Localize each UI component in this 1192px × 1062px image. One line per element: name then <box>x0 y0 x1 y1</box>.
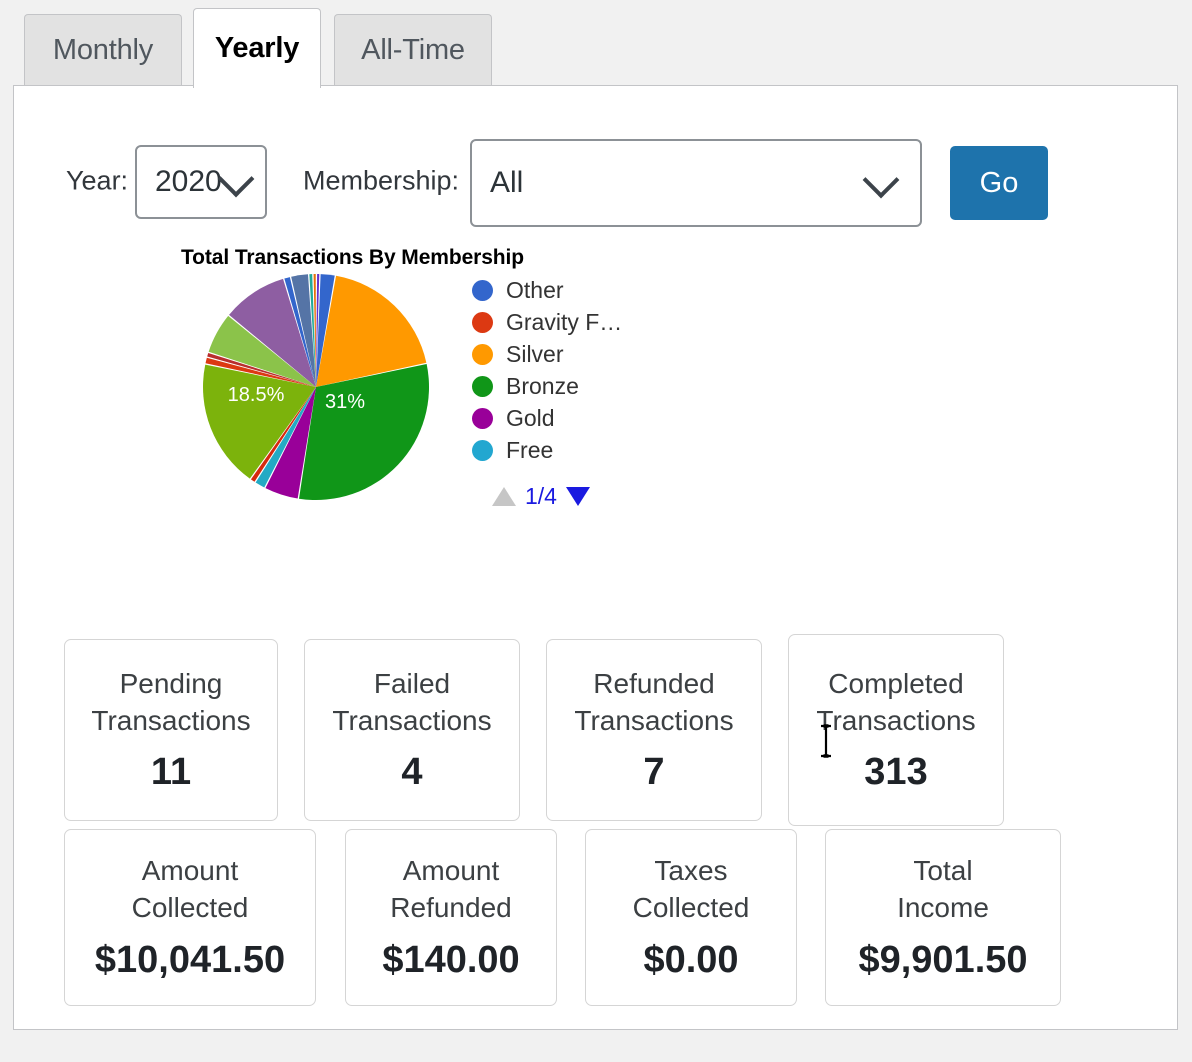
stat-card-label: Failed Transactions <box>332 667 492 736</box>
legend-color-swatch <box>472 311 493 333</box>
stat-card-value: 11 <box>150 751 192 794</box>
stat-card-label: Refunded Transactions <box>574 667 734 736</box>
legend-item[interactable]: Silver <box>472 338 672 370</box>
stat-card-failed-transactions[interactable]: Failed Transactions 4 <box>304 639 520 821</box>
filter-row: Year: 2020 Membership: All Go <box>14 131 1177 231</box>
pie-slice-label: 31% <box>325 391 365 413</box>
pager-up-arrow-icon[interactable] <box>492 487 516 506</box>
chart-title: Total Transactions By Membership <box>181 246 524 269</box>
legend-item[interactable]: Gold <box>472 402 672 434</box>
legend-color-swatch <box>472 439 493 461</box>
legend-item[interactable]: Other <box>472 274 672 306</box>
stat-card-pending-transactions[interactable]: Pending Transactions 11 <box>64 639 278 821</box>
pager-down-arrow-icon[interactable] <box>565 487 590 506</box>
legend-pager: 1/4 <box>492 483 672 510</box>
legend-item[interactable]: Free <box>472 434 672 466</box>
stat-card-amount-refunded[interactable]: Amount Refunded $140.00 <box>345 829 557 1006</box>
pie-chart[interactable]: 18.5% 31% <box>192 273 440 509</box>
stat-card-row-1: Pending Transactions 11 Failed Transaction… <box>14 634 1177 829</box>
tab-yearly-label: Yearly <box>214 32 300 64</box>
stat-card-value: $9,901.50 <box>858 938 1028 981</box>
legend-item-label: Bronze <box>506 372 579 399</box>
chart-block: Total Transactions By Membership 18.5% 31… <box>14 246 1177 546</box>
legend-item-label: Silver <box>506 340 564 367</box>
tab-bar: Monthly Yearly All-Time <box>0 0 1192 88</box>
stat-card-label: Total Income <box>897 855 989 923</box>
chevron-down-icon <box>862 161 900 199</box>
legend-item-label: Free <box>506 436 554 463</box>
legend-item[interactable]: Bronze <box>472 370 672 402</box>
tab-all-time[interactable]: All-Time <box>334 14 492 86</box>
report-panel: Year: 2020 Membership: All Go Total Tran… <box>13 85 1178 1030</box>
stat-card-value: 7 <box>643 751 665 794</box>
pie-slice-label: 18.5% <box>228 384 285 406</box>
pie-chart-svg: 18.5% 31% <box>203 274 430 501</box>
stat-cards: Pending Transactions 11 Failed Transaction… <box>14 634 1177 1019</box>
legend-item-label: Gravity F… <box>506 308 623 335</box>
stat-card-value: 313 <box>864 751 928 794</box>
year-select-value: 2020 <box>155 165 222 198</box>
legend-color-swatch <box>472 343 493 365</box>
tab-monthly[interactable]: Monthly <box>24 14 182 86</box>
stat-card-label: Taxes Collected <box>632 855 750 923</box>
pager-count: 1/4 <box>525 483 557 509</box>
go-button-label: Go <box>979 166 1019 199</box>
stat-card-refunded-transactions[interactable]: Refunded Transactions 7 <box>546 639 762 821</box>
legend-color-swatch <box>472 407 493 429</box>
stat-card-completed-transactions[interactable]: Completed Transactions 313 <box>788 634 1004 826</box>
tab-monthly-label: Monthly <box>52 34 154 66</box>
year-label: Year: <box>66 165 129 196</box>
membership-select-value: All <box>490 166 524 199</box>
stat-card-row-2: Amount Collected $10,041.50 Amount Refunde… <box>14 829 1177 1019</box>
stat-card-taxes-collected[interactable]: Taxes Collected $0.00 <box>585 829 797 1006</box>
stat-card-value: $0.00 <box>643 938 739 981</box>
stat-card-amount-collected[interactable]: Amount Collected $10,041.50 <box>64 829 316 1006</box>
stat-card-label: Completed Transactions <box>816 667 976 736</box>
stat-card-label: Amount Collected <box>131 855 249 923</box>
tab-yearly[interactable]: Yearly <box>193 8 321 88</box>
chevron-down-icon <box>217 160 255 198</box>
membership-select[interactable]: All <box>470 139 922 227</box>
stat-card-value: $10,041.50 <box>94 938 286 981</box>
go-button[interactable]: Go <box>950 146 1048 220</box>
stat-card-label: Pending Transactions <box>91 667 251 736</box>
tab-all-time-label: All-Time <box>361 34 465 66</box>
stat-card-value: $140.00 <box>382 938 520 981</box>
legend-color-swatch <box>472 375 493 397</box>
chart-legend: Other Gravity F… Silver Bronze Gold Free 1/4 <box>472 274 672 510</box>
legend-item[interactable]: Gravity F… <box>472 306 672 338</box>
legend-item-label: Gold <box>506 404 555 431</box>
legend-color-swatch <box>472 279 493 301</box>
legend-item-label: Other <box>506 276 564 303</box>
stat-card-label: Amount Refunded <box>390 855 512 923</box>
stat-card-value: 4 <box>401 751 423 794</box>
membership-label: Membership: <box>303 165 460 196</box>
year-select[interactable]: 2020 <box>135 145 267 219</box>
stat-card-total-income[interactable]: Total Income $9,901.50 <box>825 829 1061 1006</box>
